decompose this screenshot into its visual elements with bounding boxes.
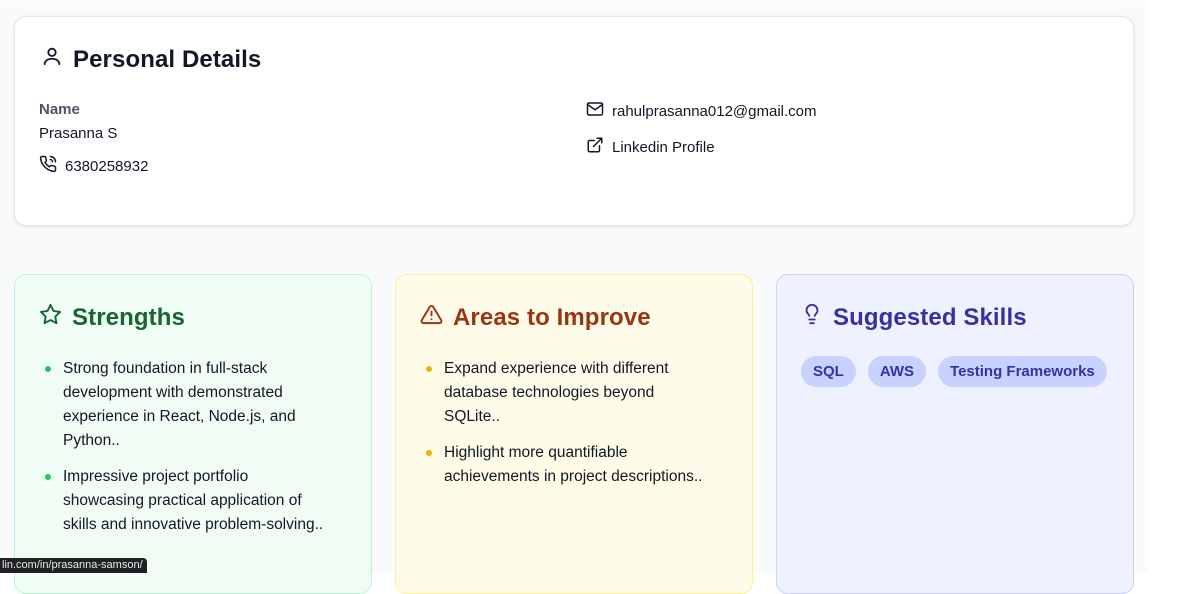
star-icon [39, 303, 72, 333]
improve-text: Highlight more quantifiable achievements… [444, 444, 703, 485]
personal-details-heading: Personal Details [41, 45, 261, 74]
linkedin-label: Linkedin Profile [612, 138, 715, 156]
strengths-heading: Strengths [39, 303, 185, 333]
bullet-dot [45, 366, 51, 372]
right-margin [1148, 0, 1193, 573]
strength-text: Impressive project portfolio showcasing … [63, 468, 324, 533]
list-item: Highlight more quantifiable achievements… [420, 441, 710, 489]
strengths-panel: Strengths Strong foundation in full-stac… [14, 274, 372, 594]
email-row: rahulprasanna012@gmail.com [586, 100, 817, 122]
areas-to-improve-panel: Areas to Improve Expand experience with … [395, 274, 753, 594]
suggested-skills-title: Suggested Skills [833, 303, 1027, 331]
suggested-skills-panel: Suggested Skills SQL AWS Testing Framewo… [776, 274, 1134, 594]
bullet-dot [426, 450, 432, 456]
personal-details-title: Personal Details [73, 45, 262, 73]
suggested-skills-heading: Suggested Skills [801, 303, 1027, 332]
email-address: rahulprasanna012@gmail.com [612, 102, 817, 120]
list-item: Strong foundation in full-stack developm… [39, 357, 329, 453]
skill-chip: Testing Frameworks [938, 356, 1107, 387]
top-strip [0, 0, 1148, 8]
name-value: Prasanna S [39, 125, 118, 142]
personal-details-card: Personal Details Name Prasanna S 6380258… [14, 16, 1134, 226]
linkedin-profile-link[interactable]: Linkedin Profile [586, 136, 715, 158]
phone-icon [39, 155, 65, 177]
bullet-dot [426, 366, 432, 372]
name-label: Name [39, 101, 80, 118]
list-item: Impressive project portfolio showcasing … [39, 465, 329, 537]
phone-row: 6380258932 [39, 155, 148, 177]
external-link-icon [586, 136, 612, 158]
skill-chips: SQL AWS Testing Frameworks [801, 356, 1107, 387]
strengths-list: Strong foundation in full-stack developm… [39, 357, 329, 549]
strengths-title: Strengths [72, 304, 185, 331]
areas-to-improve-heading: Areas to Improve [420, 303, 651, 333]
phone-number: 6380258932 [65, 157, 149, 175]
areas-to-improve-title: Areas to Improve [453, 304, 651, 331]
skill-chip: AWS [867, 356, 927, 387]
user-icon [41, 45, 73, 74]
strength-text: Strong foundation in full-stack developm… [63, 360, 296, 449]
areas-to-improve-list: Expand experience with different databas… [420, 357, 710, 501]
skill-chip: SQL [801, 356, 856, 387]
list-item: Expand experience with different databas… [420, 357, 710, 429]
mail-icon [586, 100, 612, 122]
bullet-dot [45, 474, 51, 480]
lightbulb-icon [801, 303, 833, 332]
warning-triangle-icon [420, 303, 453, 333]
status-bar-url: lin.com/in/prasanna-samson/ [0, 558, 147, 573]
improve-text: Expand experience with different databas… [444, 360, 669, 425]
